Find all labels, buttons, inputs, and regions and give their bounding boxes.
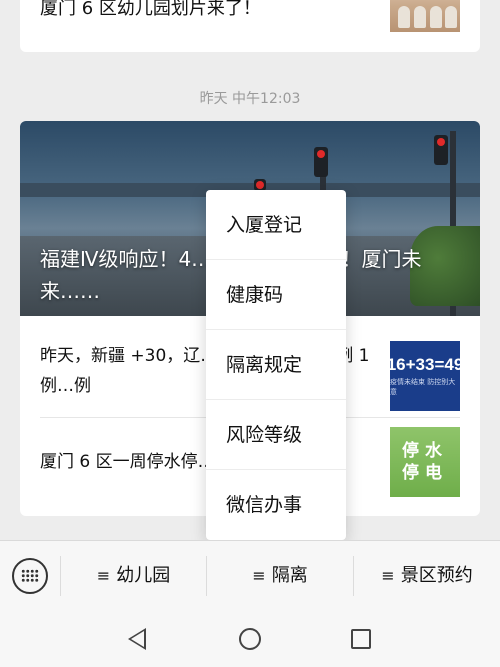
bottom-menu-bar: ≡ 幼儿园 ≡ 隔离 ≡ 景区预约 [0,540,500,610]
keyboard-toggle-icon[interactable] [12,558,48,594]
top-article-card[interactable]: 厦门 6 区幼儿园划片来了！ [20,0,480,52]
menu-item-risk-level[interactable]: 风险等级 [206,400,346,470]
home-icon[interactable] [239,628,261,650]
menu-item-wechat-services[interactable]: 微信办事 [206,470,346,540]
list-item-thumbnail: 停水 停电 [390,427,460,497]
message-timestamp: 昨天 中午12:03 [199,91,301,107]
menu-item-health-code[interactable]: 健康码 [206,260,346,330]
list-item-thumbnail: 16+33=49 疫情未结束 防控别大意 [387,341,463,411]
back-icon[interactable] [128,628,146,650]
menu-button-scenic-booking[interactable]: ≡ 景区预约 [354,541,500,611]
menu-button-kindergarten[interactable]: ≡ 幼儿园 [61,541,206,611]
submenu-popup: 入厦登记 健康码 隔离规定 风险等级 微信办事 [206,190,346,540]
menu-button-quarantine[interactable]: ≡ 隔离 [207,541,353,611]
system-nav-bar [0,610,500,667]
menu-item-quarantine-rules[interactable]: 隔离规定 [206,330,346,400]
recent-apps-icon[interactable] [351,629,371,649]
menu-icon: ≡ [96,566,111,585]
article-title: 厦门 6 区幼儿园划片来了！ [40,0,261,19]
menu-icon: ≡ [252,566,266,585]
traffic-light-image [314,147,328,177]
menu-icon: ≡ [381,566,395,585]
menu-item-entry-registration[interactable]: 入厦登记 [206,190,346,260]
article-thumbnail [390,0,460,32]
